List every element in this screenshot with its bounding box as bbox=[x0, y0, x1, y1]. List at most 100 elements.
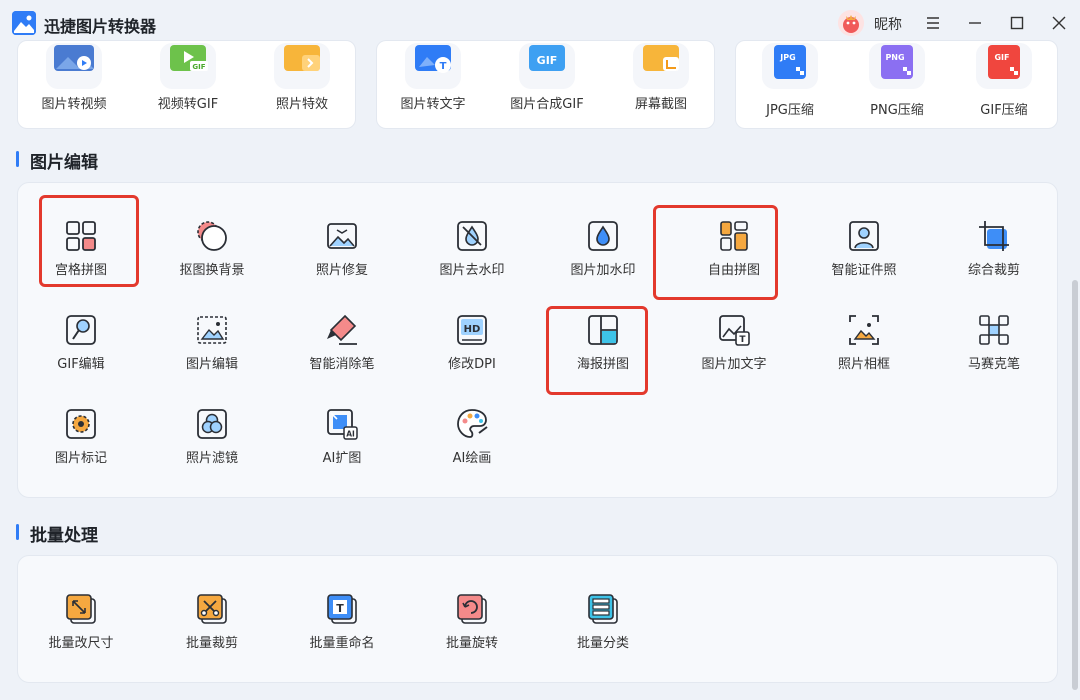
tool-jpg-compress[interactable]: JPG JPG压缩 bbox=[740, 43, 840, 118]
svg-text:T: T bbox=[336, 602, 344, 615]
tool-label: 图片转文字 bbox=[400, 97, 466, 112]
batch-classify-icon bbox=[588, 594, 618, 624]
batch-panel: 批量改尺寸 批量裁剪 T 批量重命名 批量旋转 批量分类 bbox=[17, 555, 1058, 683]
tool-label: 批量改尺寸 bbox=[48, 636, 114, 651]
top-card-tools: T 图片转文字 GIF 图片合成GIF 屏幕截图 bbox=[376, 40, 715, 129]
tool-image-to-video[interactable]: 图片转视频 bbox=[24, 43, 124, 112]
batch-rotate-icon bbox=[457, 594, 487, 624]
tool-batch-rename[interactable]: T 批量重命名 bbox=[277, 592, 407, 651]
nickname[interactable]: 昵称 bbox=[874, 14, 902, 34]
tool-label: 照片修复 bbox=[315, 263, 368, 278]
top-card-conversion: 图片转视频 GIF 视频转GIF 照片特效 bbox=[17, 40, 356, 129]
tool-label: 图片转视频 bbox=[41, 97, 107, 112]
gif-compress-icon: GIF bbox=[976, 43, 1032, 89]
tool-photo-frame[interactable]: 照片相框 bbox=[799, 313, 929, 372]
png-icon: PNG bbox=[869, 43, 925, 89]
tool-label: 马赛克笔 bbox=[967, 357, 1020, 372]
gif-video-icon: GIF bbox=[160, 43, 216, 89]
ocr-icon: T bbox=[405, 43, 461, 89]
tool-photo-effect[interactable]: 照片特效 bbox=[252, 43, 352, 112]
tool-label: 图片加文字 bbox=[701, 357, 767, 372]
tool-image-to-gif[interactable]: GIF 图片合成GIF bbox=[497, 43, 597, 112]
gif-icon: GIF bbox=[519, 43, 575, 89]
filter-icon bbox=[197, 409, 227, 439]
edit-panel: 宫格拼图 抠图换背景 照片修复 图片去水印 图片加水印 自由拼图 智能证件照 综… bbox=[17, 182, 1058, 498]
section-title-batch: 批量处理 bbox=[16, 521, 98, 546]
eraser-pen-icon bbox=[327, 314, 357, 345]
tool-video-to-gif[interactable]: GIF 视频转GIF bbox=[138, 43, 238, 112]
close-icon[interactable] bbox=[1048, 12, 1070, 34]
tool-label: PNG压缩 bbox=[870, 103, 924, 118]
tool-label: GIF编辑 bbox=[57, 357, 105, 372]
jpg-icon: JPG bbox=[762, 43, 818, 89]
tool-cutout[interactable]: 抠图换背景 bbox=[147, 219, 277, 278]
tool-label: 智能消除笔 bbox=[309, 357, 375, 372]
tool-ai-paint[interactable]: AI绘画 bbox=[407, 407, 537, 466]
effect-icon bbox=[274, 43, 330, 89]
minimize-icon[interactable] bbox=[964, 12, 986, 34]
tool-label: AI扩图 bbox=[322, 451, 362, 466]
tool-image-edit[interactable]: 图片编辑 bbox=[147, 313, 277, 372]
svg-text:GIF: GIF bbox=[537, 54, 558, 67]
maximize-icon[interactable] bbox=[1006, 12, 1028, 34]
video-icon bbox=[46, 43, 102, 89]
tool-image-to-text[interactable]: T 图片转文字 bbox=[383, 43, 483, 112]
cutout-icon bbox=[197, 221, 227, 251]
menu-icon[interactable] bbox=[922, 12, 944, 34]
tool-batch-classify[interactable]: 批量分类 bbox=[538, 592, 668, 651]
highlight-box bbox=[653, 205, 778, 300]
tool-batch-rotate[interactable]: 批量旋转 bbox=[407, 592, 537, 651]
batch-crop-icon bbox=[197, 594, 227, 624]
tool-add-text[interactable]: T 图片加文字 bbox=[669, 313, 799, 372]
tool-photo-filter[interactable]: 照片滤镜 bbox=[147, 407, 277, 466]
svg-text:JPG: JPG bbox=[779, 53, 795, 62]
tool-label: JPG压缩 bbox=[766, 103, 814, 118]
tool-label: 图片合成GIF bbox=[510, 97, 584, 112]
tool-id-photo[interactable]: 智能证件照 bbox=[799, 219, 929, 278]
batch-rename-icon: T bbox=[327, 594, 357, 624]
tool-gif-edit[interactable]: GIF编辑 bbox=[16, 313, 146, 372]
svg-text:GIF: GIF bbox=[994, 53, 1009, 62]
scrollbar[interactable] bbox=[1072, 280, 1078, 690]
tool-crop[interactable]: 综合裁剪 bbox=[929, 219, 1059, 278]
tool-label: AI绘画 bbox=[452, 451, 492, 466]
add-watermark-icon bbox=[588, 221, 618, 251]
highlight-box bbox=[39, 195, 139, 287]
tool-label: 图片标记 bbox=[54, 451, 107, 466]
tool-label: 图片去水印 bbox=[439, 263, 505, 278]
tool-label: 图片编辑 bbox=[185, 357, 238, 372]
id-photo-icon bbox=[849, 221, 879, 251]
tool-add-watermark[interactable]: 图片加水印 bbox=[538, 219, 668, 278]
highlight-box bbox=[546, 306, 648, 395]
tool-label: 智能证件照 bbox=[831, 263, 897, 278]
tool-ai-expand[interactable]: AI AI扩图 bbox=[277, 407, 407, 466]
tool-batch-resize[interactable]: 批量改尺寸 bbox=[16, 592, 146, 651]
tool-mosaic[interactable]: 马赛克笔 bbox=[929, 313, 1059, 372]
tool-eraser-pen[interactable]: 智能消除笔 bbox=[277, 313, 407, 372]
tool-remove-watermark[interactable]: 图片去水印 bbox=[407, 219, 537, 278]
tool-batch-crop[interactable]: 批量裁剪 bbox=[147, 592, 277, 651]
avatar[interactable] bbox=[838, 10, 864, 36]
tool-gif-compress[interactable]: GIF GIF压缩 bbox=[954, 43, 1054, 118]
tool-photo-repair[interactable]: 照片修复 bbox=[277, 219, 407, 278]
ai-paint-icon bbox=[457, 409, 488, 438]
tool-image-mark[interactable]: 图片标记 bbox=[16, 407, 146, 466]
tool-label: 修改DPI bbox=[448, 357, 496, 372]
tool-label: 照片相框 bbox=[837, 357, 890, 372]
tool-label: 抠图换背景 bbox=[179, 263, 245, 278]
ai-expand-icon: AI bbox=[327, 409, 358, 440]
svg-text:T: T bbox=[739, 335, 746, 345]
top-card-compress: JPG JPG压缩 PNG PNG压缩 GIF GIF压缩 bbox=[735, 40, 1058, 129]
svg-text:AI: AI bbox=[346, 430, 355, 439]
tool-screenshot[interactable]: 屏幕截图 bbox=[611, 43, 711, 112]
svg-text:HD: HD bbox=[464, 324, 481, 335]
screenshot-icon bbox=[633, 43, 689, 89]
tool-label: 视频转GIF bbox=[157, 97, 219, 112]
tool-modify-dpi[interactable]: HD 修改DPI bbox=[407, 313, 537, 372]
tool-png-compress[interactable]: PNG PNG压缩 bbox=[847, 43, 947, 118]
batch-resize-icon bbox=[66, 594, 96, 624]
svg-text:GIF: GIF bbox=[192, 63, 205, 71]
tool-label: 批量裁剪 bbox=[185, 636, 238, 651]
tool-label: 图片加水印 bbox=[570, 263, 636, 278]
tool-label: GIF压缩 bbox=[980, 103, 1028, 118]
